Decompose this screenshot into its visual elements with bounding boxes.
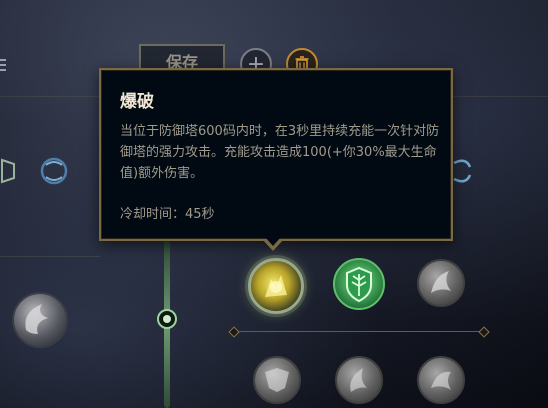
tooltip-cooldown: 冷却时间：45秒 [120, 207, 215, 222]
tooltip-title: 爆破 [120, 92, 154, 112]
bone-plating-rune[interactable] [417, 356, 465, 404]
keystone-rune-icon[interactable] [12, 292, 68, 348]
demolish-rune[interactable] [248, 258, 304, 314]
tooltip-pointer [262, 237, 284, 251]
path-node [157, 309, 177, 329]
wind-swirl-icon [25, 304, 48, 334]
demolish-icon [265, 275, 287, 297]
conditioning-rune[interactable] [253, 356, 301, 404]
menu-icon[interactable] [0, 58, 6, 72]
resolve-path-icon-right[interactable] [452, 155, 472, 187]
second-wind-rune[interactable] [335, 356, 383, 404]
shield-leaf-icon [346, 266, 372, 303]
tooltip-description: 当位于防御塔600码内时，在3秒里持续充能一次针对防御塔的强力攻击。充能攻击造成… [120, 124, 440, 181]
shield-rune[interactable] [333, 258, 385, 310]
rune-tooltip: 爆破 当位于防御塔600码内时，在3秒里持续充能一次针对防御塔的强力攻击。充能攻… [99, 68, 453, 241]
tree-path-icon[interactable] [0, 156, 16, 186]
resolve-path-icon[interactable] [38, 155, 70, 187]
claw-icon [431, 271, 451, 293]
bone-icon [431, 371, 451, 390]
wind-icon [350, 368, 367, 392]
row-divider [234, 331, 484, 332]
overgrowth-rune[interactable] [417, 259, 465, 307]
divider-line-left [0, 256, 100, 257]
armor-icon [265, 368, 289, 392]
